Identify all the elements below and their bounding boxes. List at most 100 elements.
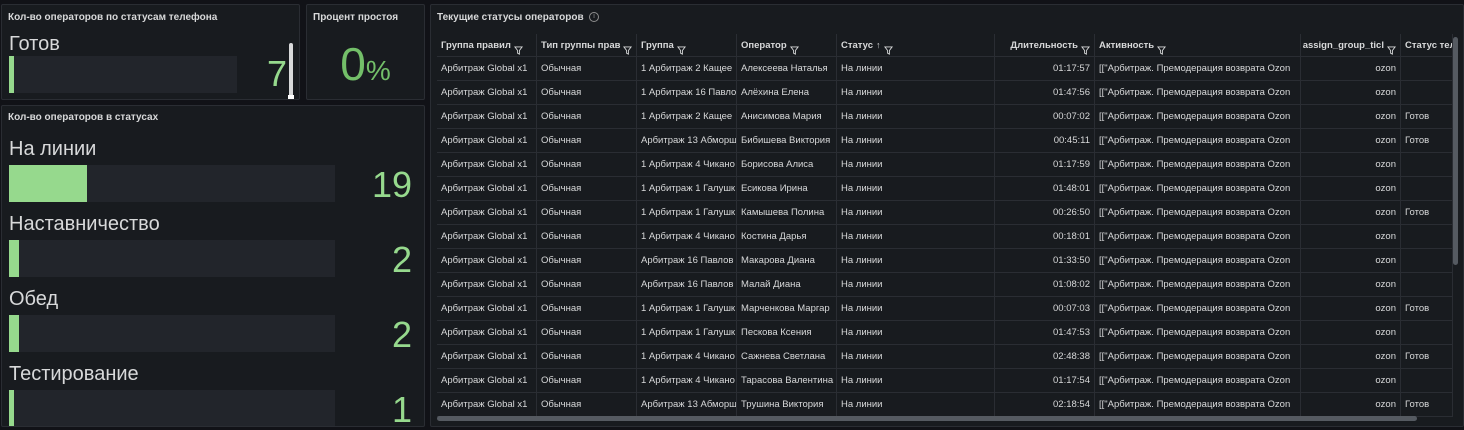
panel-phone-statuses: Кол-во операторов по статусам телефона Г… xyxy=(1,4,300,100)
column-header-label: Длительность xyxy=(1010,39,1078,51)
table-cell: [["Арбитраж. Премодерация возврата Ozon xyxy=(1095,297,1301,320)
table-row[interactable]: Арбитраж Global x1 Обычная Арбитраж 13 Абм… xyxy=(437,129,1453,153)
status-bar xyxy=(9,390,335,426)
table-cell: 1 Арбитраж 2 Кащее xyxy=(637,105,737,128)
table-cell: [["Арбитраж. Премодерация возврата Ozon xyxy=(1095,177,1301,200)
table-horizontal-scrollbar[interactable] xyxy=(437,416,1417,421)
filter-icon[interactable] xyxy=(789,41,799,55)
table-cell: Готов xyxy=(1401,129,1453,152)
table-cell: ozon xyxy=(1301,81,1401,104)
table-row[interactable]: Арбитраж Global x1 Обычная 1 Арбитраж 4 Чи… xyxy=(437,153,1453,177)
table-row[interactable]: Арбитраж Global x1 Обычная 1 Арбитраж 1 Га… xyxy=(437,321,1453,345)
table-cell: На линии xyxy=(837,225,995,248)
table-cell: Есикова Ирина xyxy=(737,177,837,200)
column-header-label: Статус теле xyxy=(1405,39,1452,51)
vertical-scrollbar[interactable] xyxy=(289,43,293,99)
status-bar-fill xyxy=(9,240,20,277)
column-header[interactable]: Группа xyxy=(637,34,737,56)
table-cell: [["Арбитраж. Премодерация возврата Ozon xyxy=(1095,369,1301,392)
table-cell: ozon xyxy=(1301,105,1401,128)
table-cell: [["Арбитраж. Премодерация возврата Ozon xyxy=(1095,105,1301,128)
column-header[interactable]: Статус ↑ xyxy=(837,34,995,56)
filter-icon[interactable] xyxy=(883,41,893,55)
table-row[interactable]: Арбитраж Global x1 Обычная 1 Арбитраж 2 Ка… xyxy=(437,57,1453,81)
sort-ascending-icon[interactable]: ↑ xyxy=(876,34,881,56)
table-cell: 1 Арбитраж 4 Чикано xyxy=(637,345,737,368)
filter-icon[interactable] xyxy=(513,41,523,55)
resize-handle[interactable] xyxy=(288,95,294,99)
column-header[interactable]: Тип группы прав xyxy=(537,34,637,56)
table-cell xyxy=(1401,177,1453,200)
table-cell: Арбитраж Global x1 xyxy=(437,225,537,248)
table-cell: Обычная xyxy=(537,57,637,80)
table-cell: Обычная xyxy=(537,225,637,248)
table-cell: 00:18:01 xyxy=(995,225,1095,248)
status-bar xyxy=(9,240,335,277)
table-cell: Арбитраж Global x1 xyxy=(437,369,537,392)
operators-table: Группа правил Тип группы прав Группа Операт… xyxy=(437,34,1453,417)
table-cell xyxy=(1401,153,1453,176)
table-row[interactable]: Арбитраж Global x1 Обычная 1 Арбитраж 1 Га… xyxy=(437,201,1453,225)
table-cell: Готов xyxy=(1401,345,1453,368)
idle-percent-number: 0 xyxy=(340,38,366,90)
table-cell: Арбитраж Global x1 xyxy=(437,345,537,368)
table-cell: ozon xyxy=(1301,345,1401,368)
status-label: Обед xyxy=(9,288,59,310)
table-cell: На линии xyxy=(837,369,995,392)
table-row[interactable]: Арбитраж Global x1 Обычная 1 Арбитраж 1 Га… xyxy=(437,177,1453,201)
filter-icon[interactable] xyxy=(623,41,633,55)
filter-icon[interactable] xyxy=(1081,41,1090,55)
table-cell: 00:07:02 xyxy=(995,105,1095,128)
filter-icon[interactable] xyxy=(1387,41,1396,55)
table-cell xyxy=(1401,225,1453,248)
table-cell: Обычная xyxy=(537,249,637,272)
table-row[interactable]: Арбитраж Global x1 Обычная 1 Арбитраж 2 Ка… xyxy=(437,105,1453,129)
table-cell: Бибишева Виктория xyxy=(737,129,837,152)
table-cell: Арбитраж Global x1 xyxy=(437,105,537,128)
status-label: Наставничество xyxy=(9,213,160,235)
table-row[interactable]: Арбитраж Global x1 Обычная Арбитраж 16 Пав… xyxy=(437,273,1453,297)
column-header[interactable]: Активность xyxy=(1095,34,1301,56)
table-cell: [["Арбитраж. Премодерация возврата Ozon xyxy=(1095,321,1301,344)
table-cell: Тарасова Валентина xyxy=(737,369,837,392)
status-bar-fill xyxy=(9,165,88,202)
column-header[interactable]: Группа правил xyxy=(437,34,537,56)
table-cell: 1 Арбитраж 4 Чикано xyxy=(637,369,737,392)
info-icon[interactable]: i xyxy=(589,12,599,22)
table-row[interactable]: Арбитраж Global x1 Обычная 1 Арбитраж 16 П… xyxy=(437,81,1453,105)
column-header[interactable]: assign_group_ticl xyxy=(1301,34,1401,56)
status-value: 2 xyxy=(391,239,412,280)
table-row[interactable]: Арбитраж Global x1 Обычная Арбитраж 13 Абм… xyxy=(437,393,1453,417)
table-cell: 02:48:38 xyxy=(995,345,1095,368)
table-row[interactable]: Арбитраж Global x1 Обычная Арбитраж 16 Пав… xyxy=(437,249,1453,273)
table-cell: Арбитраж Global x1 xyxy=(437,273,537,296)
table-cell: Арбитраж Global x1 xyxy=(437,201,537,224)
table-cell: 1 Арбитраж 1 Галушк xyxy=(637,321,737,344)
column-header[interactable]: Оператор xyxy=(737,34,837,56)
table-cell: Обычная xyxy=(537,273,637,296)
table-cell: ozon xyxy=(1301,393,1401,416)
column-header[interactable]: Статус теле xyxy=(1401,34,1453,56)
table-cell: Арбитраж Global x1 xyxy=(437,177,537,200)
column-header[interactable]: Длительность xyxy=(995,34,1095,56)
table-cell: Обычная xyxy=(537,177,637,200)
table-cell: На линии xyxy=(837,297,995,320)
panel-operators-table: Текущие статусы операторов i Группа прав… xyxy=(430,4,1464,427)
filter-icon[interactable] xyxy=(676,41,686,55)
table-vertical-scrollbar[interactable] xyxy=(1453,37,1458,265)
table-cell: ozon xyxy=(1301,321,1401,344)
table-row[interactable]: Арбитраж Global x1 Обычная 1 Арбитраж 1 Га… xyxy=(437,297,1453,321)
filter-icon[interactable] xyxy=(1157,41,1167,55)
table-cell: Обычная xyxy=(537,153,637,176)
table-cell: ozon xyxy=(1301,249,1401,272)
table-cell: 02:18:54 xyxy=(995,393,1095,416)
table-row[interactable]: Арбитраж Global x1 Обычная 1 Арбитраж 4 Чи… xyxy=(437,345,1453,369)
table-cell: Арбитраж 16 Павлов xyxy=(637,249,737,272)
table-row[interactable]: Арбитраж Global x1 Обычная 1 Арбитраж 4 Чи… xyxy=(437,369,1453,393)
phone-status-bar-fill xyxy=(9,56,15,93)
phone-status-value: 7 xyxy=(266,53,287,94)
table-row[interactable]: Арбитраж Global x1 Обычная 1 Арбитраж 4 Чи… xyxy=(437,225,1453,249)
panel-title: Кол-во операторов по статусам телефона xyxy=(8,12,218,23)
table-cell xyxy=(1401,321,1453,344)
panel-title: Текущие статусы операторов xyxy=(437,12,584,23)
